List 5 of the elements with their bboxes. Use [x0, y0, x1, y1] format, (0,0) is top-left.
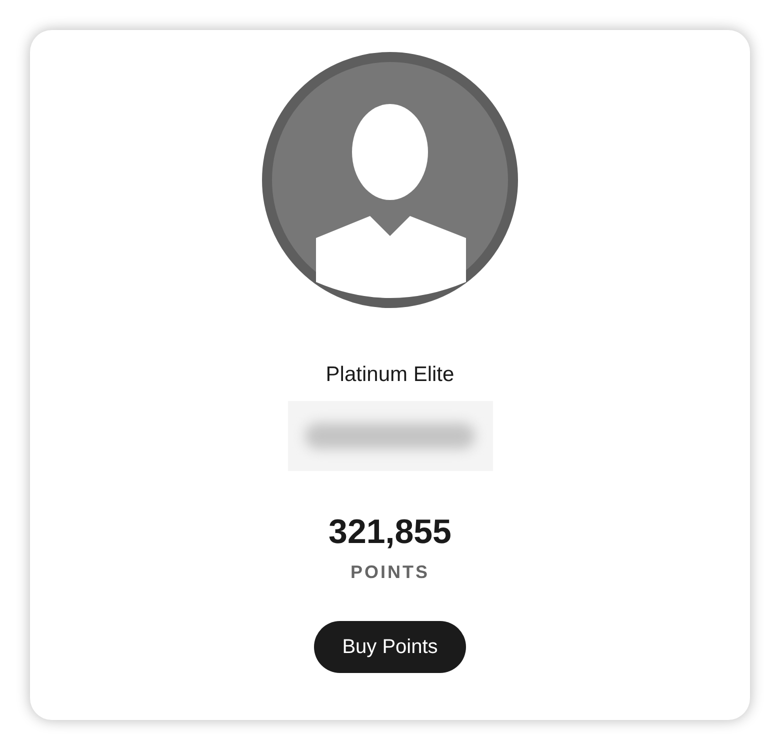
points-value: 321,855	[328, 513, 452, 552]
tier-label: Platinum Elite	[326, 363, 454, 387]
avatar-icon	[262, 52, 518, 308]
points-label: POINTS	[350, 562, 430, 583]
buy-points-button[interactable]: Buy Points	[314, 621, 466, 673]
